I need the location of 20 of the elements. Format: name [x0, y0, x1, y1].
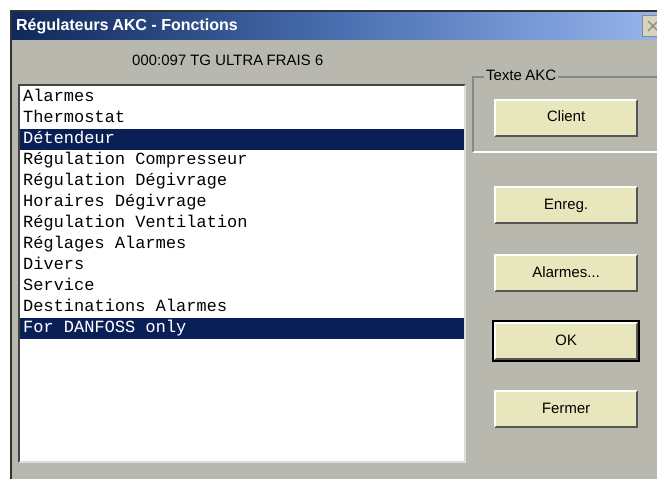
- close-icon: [647, 20, 657, 32]
- list-item[interactable]: Régulation Ventilation: [20, 213, 464, 234]
- list-item[interactable]: Divers: [20, 255, 464, 276]
- dialog-button[interactable]: OK: [494, 322, 638, 360]
- list-item[interactable]: Régulation Dégivrage: [20, 171, 464, 192]
- list-item[interactable]: Alarmes: [20, 87, 464, 108]
- list-item[interactable]: Thermostat: [20, 108, 464, 129]
- dialog-button[interactable]: Enreg.: [494, 186, 638, 224]
- list-item[interactable]: Détendeur: [20, 129, 464, 150]
- dialog-button[interactable]: Client: [494, 98, 638, 136]
- list-item[interactable]: Réglages Alarmes: [20, 234, 464, 255]
- list-item[interactable]: Service: [20, 276, 464, 297]
- list-item[interactable]: For DANFOSS only: [20, 318, 464, 339]
- dialog-button[interactable]: Alarmes...: [494, 254, 638, 292]
- dialog-button[interactable]: Fermer: [494, 390, 638, 428]
- device-label: 000:097 TG ULTRA FRAIS 6: [132, 51, 324, 71]
- list-item[interactable]: Horaires Dégivrage: [20, 192, 464, 213]
- window-title: Régulateurs AKC - Fonctions: [16, 16, 238, 36]
- list-item[interactable]: Régulation Compresseur: [20, 150, 464, 171]
- list-item[interactable]: Destinations Alarmes: [20, 297, 464, 318]
